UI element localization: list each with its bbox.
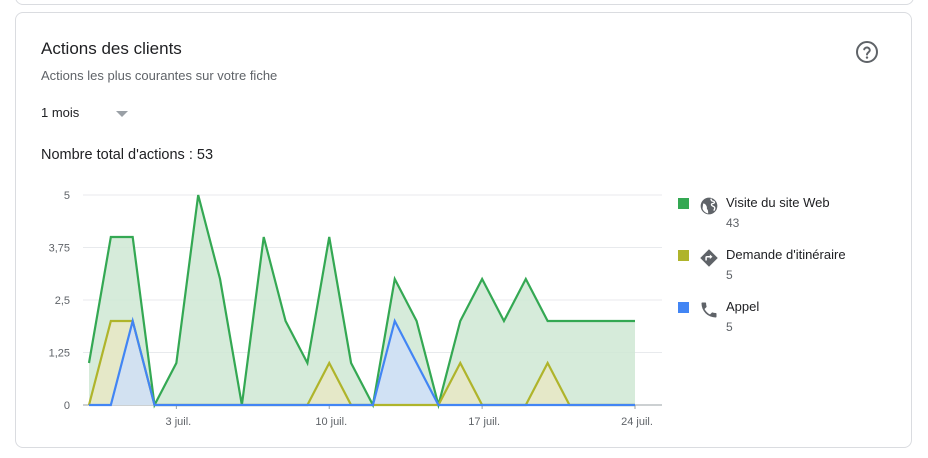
- customer-actions-card: Actions des clients Actions les plus cou…: [15, 12, 912, 448]
- legend-count: 43: [726, 216, 740, 230]
- legend-count: 5: [726, 320, 733, 334]
- directions-icon: [700, 249, 718, 267]
- y-tick-label: 2,5: [55, 295, 70, 307]
- globe-icon: [700, 197, 718, 215]
- legend-item-call[interactable]: Appel 5: [678, 297, 898, 349]
- x-tick-label: 24 juil.: [621, 416, 653, 428]
- legend-label: Appel: [726, 299, 760, 314]
- phone-icon: [701, 302, 717, 318]
- legend-item-website-visit[interactable]: Visite du site Web 43: [678, 193, 898, 245]
- x-tick-label: 17 juil.: [468, 416, 500, 428]
- legend-label: Visite du site Web: [726, 195, 830, 210]
- legend-item-directions[interactable]: Demande d'itinéraire 5: [678, 245, 898, 297]
- y-tick-label: 5: [64, 190, 70, 202]
- legend-swatch-call: [678, 302, 689, 313]
- x-tick-label: 10 juil.: [315, 416, 347, 428]
- y-tick-label: 0: [64, 400, 70, 412]
- chart-legend: Visite du site Web 43 Demande d'itinérai…: [678, 193, 898, 349]
- y-tick-label: 1,25: [49, 348, 70, 360]
- legend-count: 5: [726, 268, 733, 282]
- legend-swatch-directions: [678, 250, 689, 261]
- help-circle-icon[interactable]: [855, 40, 879, 64]
- x-tick-label: 3 juil.: [166, 416, 192, 428]
- previous-card-edge: [15, 0, 914, 5]
- y-tick-label: 3,75: [49, 243, 70, 255]
- legend-label: Demande d'itinéraire: [726, 247, 846, 262]
- legend-swatch-website: [678, 198, 689, 209]
- actions-chart: 0 1,25 2,5 3,75 5 3 juil. 10 juil. 17 juil. 24 j…: [49, 190, 662, 428]
